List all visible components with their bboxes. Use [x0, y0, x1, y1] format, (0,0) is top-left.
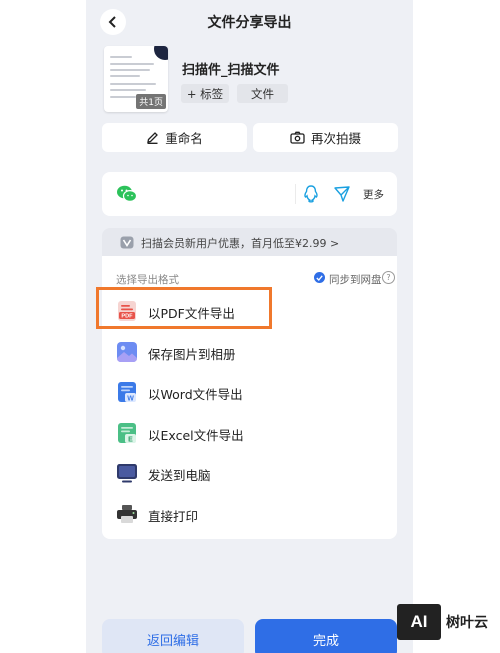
svg-text:E: E [128, 436, 133, 443]
photo-album-icon [117, 342, 137, 362]
done-button[interactable]: 完成 [255, 619, 397, 653]
export-option-label: 直接打印 [148, 509, 199, 524]
word-file-icon: W [118, 382, 136, 402]
back-to-edit-button[interactable]: 返回编辑 [102, 619, 244, 653]
qq-share-button[interactable] [300, 183, 322, 205]
share-row: 更多 [102, 172, 397, 216]
camera-icon [290, 131, 305, 144]
export-option-label: 以Excel文件导出 [148, 428, 244, 443]
rename-button[interactable]: 重命名 [102, 123, 247, 152]
export-option-label: 发送到电脑 [148, 468, 211, 483]
sync-checkbox[interactable] [314, 272, 325, 283]
document-thumbnail[interactable]: 共1页 [104, 46, 168, 112]
save-to-album-option[interactable]: 保存图片到相册 [102, 332, 397, 372]
export-option-label: 保存图片到相册 [148, 347, 236, 362]
export-section-label: 选择导出格式 [116, 274, 179, 286]
send-to-computer-option[interactable]: 发送到电脑 [102, 453, 397, 493]
phone-screen: 文件分享导出 共1页 扫描件_扫描文件 + 标签 文件 重命名 再次拍摄 更多 … [86, 0, 413, 653]
rescan-button[interactable]: 再次拍摄 [253, 123, 398, 152]
excel-file-icon: E [118, 423, 136, 443]
promo-banner[interactable]: 扫描会员新用户优惠，首月低至¥2.99 > [102, 228, 397, 256]
watermark-text: 树叶云 [446, 615, 488, 631]
export-word-option[interactable]: W 以Word文件导出 [102, 372, 397, 412]
pdf-option-highlight [96, 287, 272, 329]
watermark: AI 树叶云 [397, 604, 488, 640]
rescan-label: 再次拍摄 [310, 131, 361, 146]
printer-icon [117, 505, 137, 523]
bottom-bar: 返回编辑 完成 [86, 606, 413, 653]
export-excel-option[interactable]: E 以Excel文件导出 [102, 413, 397, 453]
more-share-button[interactable]: 更多 [363, 187, 384, 202]
vip-icon [120, 236, 134, 249]
help-icon[interactable]: ? [382, 271, 395, 284]
wechat-share-button[interactable] [116, 183, 138, 205]
pencil-icon [147, 132, 159, 144]
direct-print-option[interactable]: 直接打印 [102, 494, 397, 534]
export-option-label: 以Word文件导出 [148, 387, 243, 402]
sync-label[interactable]: 同步到网盘 [329, 272, 382, 287]
svg-text:W: W [127, 395, 134, 402]
promo-text: 扫描会员新用户优惠，首月低至¥2.99 > [141, 237, 340, 250]
document-name[interactable]: 扫描件_扫描文件 [182, 59, 280, 78]
wechat-icon [117, 185, 138, 203]
paper-plane-icon [334, 186, 350, 202]
send-share-button[interactable] [331, 183, 353, 205]
pages-badge: 共1页 [136, 94, 166, 109]
add-tag-chip[interactable]: + 标签 [181, 84, 229, 103]
check-icon [316, 274, 323, 281]
qq-penguin-icon [304, 185, 318, 203]
page-title: 文件分享导出 [207, 15, 292, 31]
rename-label: 重命名 [165, 131, 203, 146]
file-type-chip[interactable]: 文件 [237, 84, 288, 103]
computer-icon [117, 464, 137, 483]
watermark-logo: AI [397, 604, 441, 640]
